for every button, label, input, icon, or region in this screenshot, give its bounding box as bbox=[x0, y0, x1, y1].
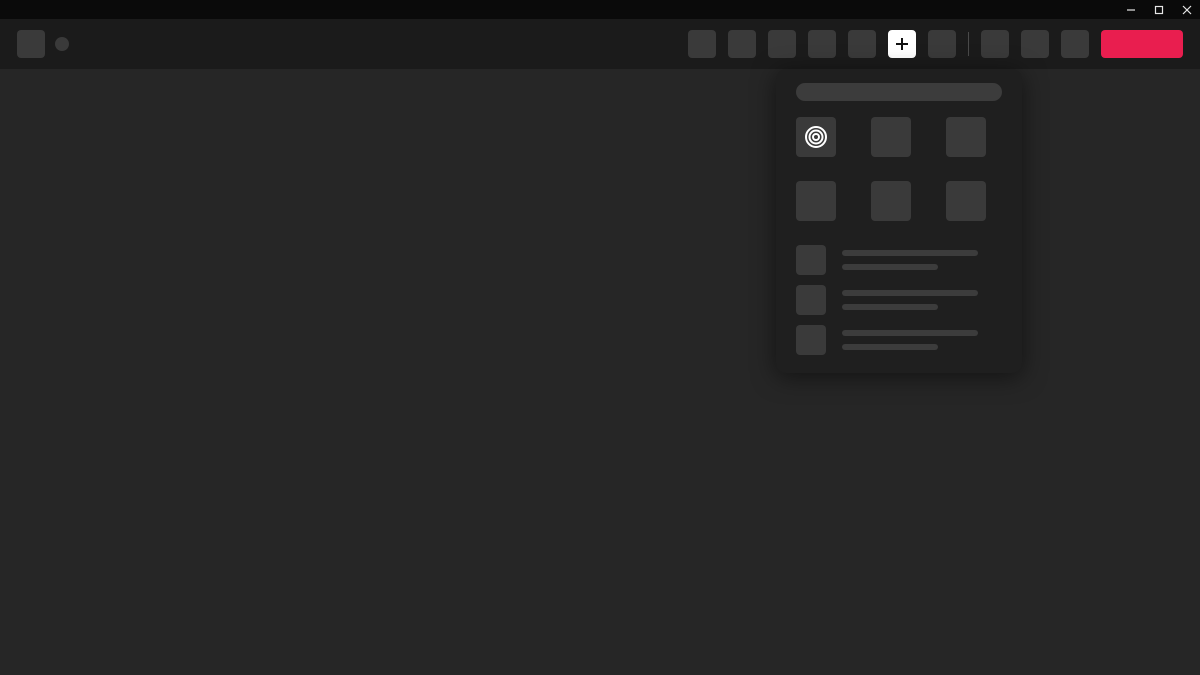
list-item-thumb bbox=[796, 325, 826, 355]
add-dropdown-panel bbox=[776, 69, 1022, 373]
window-close-button[interactable]: Close bbox=[1180, 3, 1194, 17]
app-logo[interactable] bbox=[17, 30, 45, 58]
list-item-title bbox=[842, 290, 978, 296]
nav-button-1[interactable] bbox=[688, 30, 716, 58]
dropdown-tile-3[interactable] bbox=[946, 117, 986, 157]
dropdown-search-input[interactable] bbox=[796, 83, 1002, 101]
dropdown-list-item-1[interactable] bbox=[796, 245, 1002, 275]
nav-button-add[interactable] bbox=[888, 30, 916, 58]
maximize-icon bbox=[1154, 5, 1164, 15]
close-icon bbox=[1182, 5, 1192, 15]
dropdown-tile-6[interactable] bbox=[946, 181, 986, 221]
dropdown-tile-grid bbox=[796, 117, 1002, 221]
nav-button-3[interactable] bbox=[768, 30, 796, 58]
topbar-right bbox=[688, 30, 1183, 58]
toolbar-separator bbox=[968, 32, 969, 56]
app-status-dot bbox=[55, 37, 69, 51]
dropdown-list-item-2[interactable] bbox=[796, 285, 1002, 315]
secondary-button-1[interactable] bbox=[981, 30, 1009, 58]
list-item-title bbox=[842, 250, 978, 256]
secondary-button-3[interactable] bbox=[1061, 30, 1089, 58]
primary-cta-button[interactable] bbox=[1101, 30, 1183, 58]
list-item-subtitle bbox=[842, 304, 938, 310]
dropdown-tile-4[interactable] bbox=[796, 181, 836, 221]
plus-icon bbox=[896, 38, 908, 50]
nav-button-4[interactable] bbox=[808, 30, 836, 58]
dropdown-tile-1[interactable] bbox=[796, 117, 836, 157]
topbar-left bbox=[17, 30, 69, 58]
titlebar: Minimize Maximize Close bbox=[0, 0, 1200, 19]
window-maximize-button[interactable]: Maximize bbox=[1152, 3, 1166, 17]
list-item-thumb bbox=[796, 245, 826, 275]
nav-button-2[interactable] bbox=[728, 30, 756, 58]
nav-button-7[interactable] bbox=[928, 30, 956, 58]
dropdown-tile-2[interactable] bbox=[871, 117, 911, 157]
spiral-icon bbox=[804, 125, 828, 149]
list-item-subtitle bbox=[842, 264, 938, 270]
topbar bbox=[0, 19, 1200, 69]
list-item-thumb bbox=[796, 285, 826, 315]
dropdown-list-item-3[interactable] bbox=[796, 325, 1002, 355]
dropdown-tile-5[interactable] bbox=[871, 181, 911, 221]
minimize-icon bbox=[1126, 5, 1136, 15]
secondary-button-2[interactable] bbox=[1021, 30, 1049, 58]
list-item-title bbox=[842, 330, 978, 336]
window-minimize-button[interactable]: Minimize bbox=[1124, 3, 1138, 17]
nav-button-5[interactable] bbox=[848, 30, 876, 58]
list-item-subtitle bbox=[842, 344, 938, 350]
